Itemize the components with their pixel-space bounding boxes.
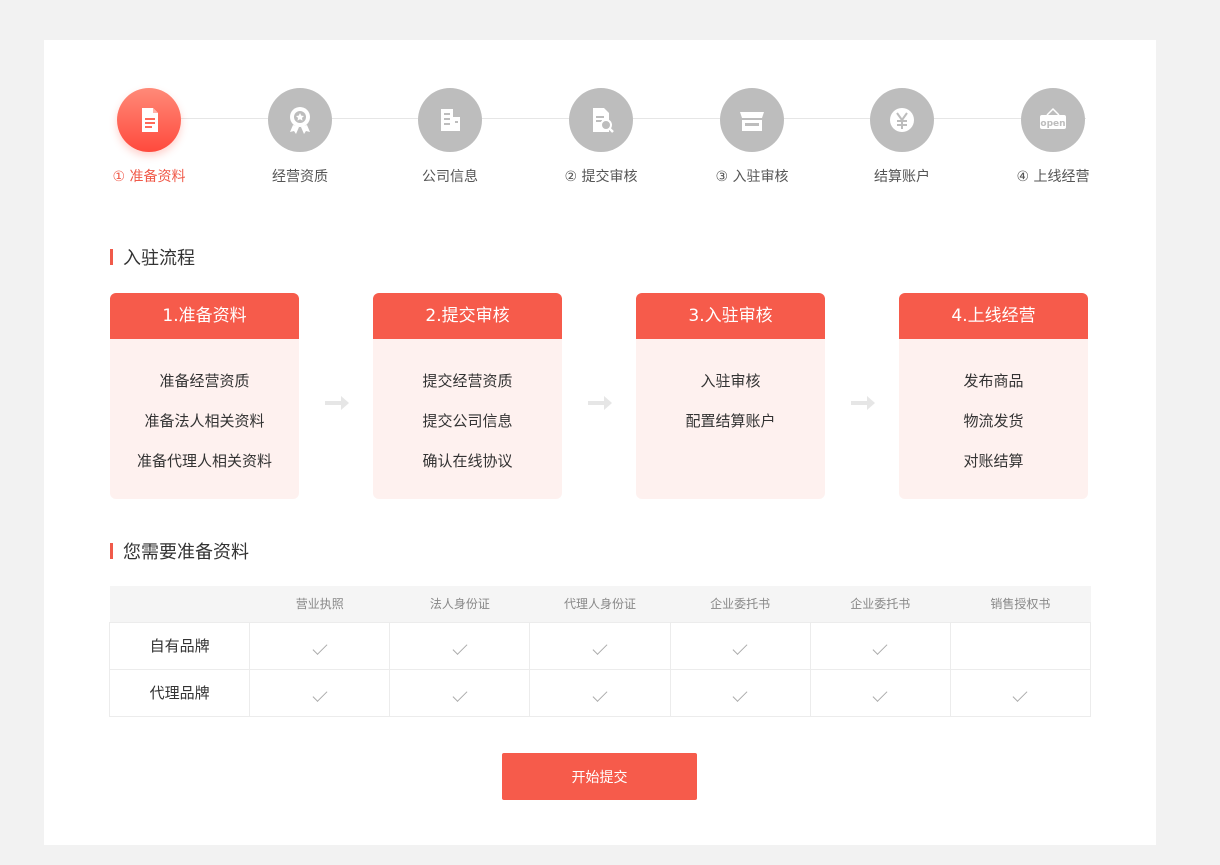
column-header: 法人身份证: [389, 586, 530, 622]
flow-item: 物流发货: [963, 412, 1024, 430]
step-label: ③ 入驻审核: [715, 169, 789, 185]
section-title-requirements: 您需要准备资料: [110, 538, 249, 564]
table-cell: [949, 621, 1092, 670]
award-badge-icon: [268, 88, 332, 152]
row-label: 自有品牌: [108, 621, 251, 670]
flow-title: 入驻流程: [123, 248, 195, 269]
flow-box-title: 4.上线经营: [899, 293, 1088, 339]
checkmark-icon: [592, 639, 608, 655]
table-row: 自有品牌: [108, 621, 1092, 670]
step-submit[interactable]: ② 提交审核: [541, 88, 661, 186]
building-icon: [418, 88, 482, 152]
step-label: 公司信息: [422, 169, 478, 185]
step-review[interactable]: ③ 入驻审核: [692, 88, 812, 186]
table-cell: [389, 621, 531, 670]
arrow-right-icon: [588, 396, 612, 410]
column-header: 营业执照: [249, 586, 390, 622]
document-icon: [117, 88, 181, 152]
checkmark-icon: [732, 686, 748, 702]
table-cell: [669, 668, 811, 717]
step-label: ④ 上线经营: [1016, 169, 1090, 185]
step-prepare[interactable]: ① 准备资料: [89, 88, 209, 186]
table-cell: [809, 668, 951, 717]
flow-box-title: 3.入驻审核: [636, 293, 825, 339]
svg-text:open: open: [1040, 119, 1065, 129]
requirements-title: 您需要准备资料: [123, 542, 249, 563]
table-cell: [669, 621, 811, 670]
step-label: 结算账户: [874, 169, 930, 185]
table-cell: [389, 668, 531, 717]
column-header: 代理人身份证: [529, 586, 671, 622]
step-settlement[interactable]: 结算账户: [842, 88, 962, 186]
requirements-table: 营业执照 法人身份证 代理人身份证 企业委托书 企业委托书 销售授权书 自有品牌…: [108, 586, 1092, 717]
step-label: ② 提交审核: [564, 169, 638, 185]
step-label: 经营资质: [272, 169, 328, 185]
flow-item: 发布商品: [963, 372, 1024, 390]
document-search-icon: [569, 88, 633, 152]
flow-box-title: 1.准备资料: [110, 293, 299, 339]
main-card: ① 准备资料 经营资质 公司信息 ② 提交审核 ③ 入驻审核 结算账户 open…: [44, 40, 1156, 845]
flow-box-prepare: 1.准备资料 准备经营资质 准备法人相关资料 准备代理人相关资料: [110, 293, 299, 499]
flow-item: 对账结算: [963, 452, 1024, 470]
flow-item: 准备法人相关资料: [144, 412, 265, 430]
title-accent-bar: [110, 249, 113, 265]
flow-item: 入驻审核: [700, 372, 761, 390]
step-label: ① 准备资料: [112, 169, 186, 185]
flow-box-title: 2.提交审核: [373, 293, 562, 339]
checkmark-icon: [1012, 686, 1028, 702]
checkmark-icon: [872, 639, 888, 655]
checkmark-icon: [592, 686, 608, 702]
flow-box-submit: 2.提交审核 提交经营资质 提交公司信息 确认在线协议: [373, 293, 562, 499]
start-submit-button[interactable]: 开始提交: [502, 753, 697, 800]
table-cell: [529, 668, 671, 717]
table-cell: [249, 621, 391, 670]
flow-item: 确认在线协议: [422, 452, 513, 470]
table-header-row: 营业执照 法人身份证 代理人身份证 企业委托书 企业委托书 销售授权书: [109, 586, 1091, 622]
column-header: 企业委托书: [670, 586, 811, 622]
flow-item: 配置结算账户: [685, 412, 776, 430]
step-qualification[interactable]: 经营资质: [240, 88, 360, 186]
checkmark-icon: [312, 686, 328, 702]
step-online[interactable]: open ④ 上线经营: [993, 88, 1113, 186]
title-accent-bar: [110, 543, 113, 559]
table-row: 代理品牌: [108, 668, 1092, 717]
arrow-right-icon: [325, 396, 349, 410]
checkmark-icon: [312, 639, 328, 655]
checkmark-icon: [872, 686, 888, 702]
table-cell: [249, 668, 391, 717]
table-cell: [529, 621, 671, 670]
open-sign-icon: open: [1021, 88, 1085, 152]
yen-coin-icon: [870, 88, 934, 152]
column-header: 企业委托书: [810, 586, 951, 622]
flow-box-review: 3.入驻审核 入驻审核 配置结算账户: [636, 293, 825, 499]
flow-item: 准备代理人相关资料: [136, 452, 272, 470]
arrow-right-icon: [851, 396, 875, 410]
checkmark-icon: [452, 639, 468, 655]
checkmark-icon: [452, 686, 468, 702]
flow-item: 准备经营资质: [159, 372, 250, 390]
column-header: [109, 586, 250, 622]
section-title-flow: 入驻流程: [110, 244, 195, 270]
flow-box-online: 4.上线经营 发布商品 物流发货 对账结算: [899, 293, 1088, 499]
flow-item: 提交公司信息: [422, 412, 513, 430]
table-cell: [949, 668, 1092, 717]
step-company[interactable]: 公司信息: [390, 88, 510, 186]
row-label: 代理品牌: [108, 668, 251, 717]
flow-item: 提交经营资质: [422, 372, 513, 390]
checkmark-icon: [732, 639, 748, 655]
progress-steps: ① 准备资料 经营资质 公司信息 ② 提交审核 ③ 入驻审核 结算账户 open…: [44, 88, 1156, 198]
column-header: 销售授权书: [950, 586, 1091, 622]
table-cell: [809, 621, 951, 670]
storefront-icon: [720, 88, 784, 152]
